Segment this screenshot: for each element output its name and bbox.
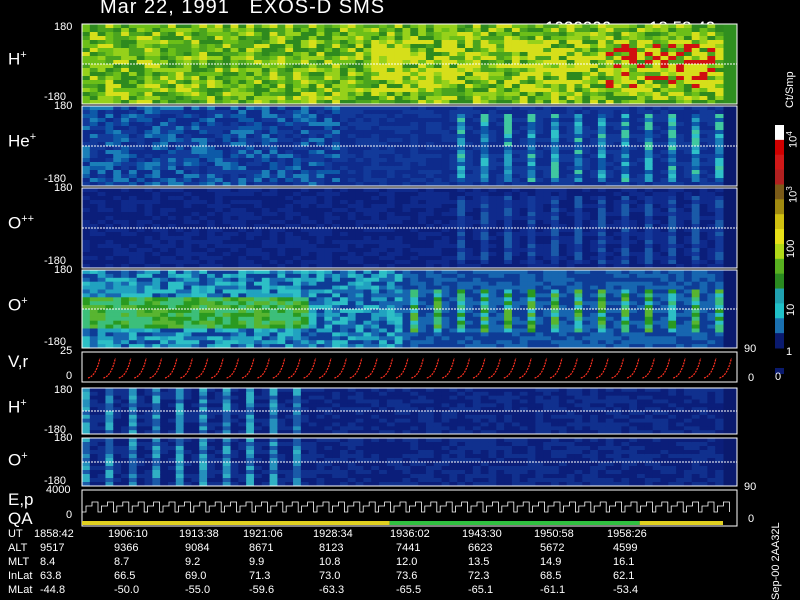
colorbar <box>775 125 784 374</box>
table-cell: 1921:06 <box>243 528 283 540</box>
tick-vr-top: 25 <box>60 345 73 357</box>
cb-label-1: 1 <box>786 346 793 358</box>
table-cell: 62.1 <box>613 570 635 582</box>
ep-right-0: 0 <box>748 513 755 525</box>
tick-h-top: 180 <box>54 21 73 33</box>
table-cell: 68.5 <box>540 570 562 582</box>
ephemeris-table: UT 1858:42 1906:10 1913:38 1921:06 1928:34 193… <box>0 528 780 600</box>
panel-vr-trace <box>81 351 738 383</box>
table-cell: 63.8 <box>40 570 62 582</box>
table-cell: 8671 <box>249 542 274 554</box>
table-cell: -65.1 <box>468 584 494 596</box>
table-cell: 9.2 <box>185 556 201 568</box>
table-cell: 66.5 <box>114 570 136 582</box>
table-cell: 12.0 <box>396 556 418 568</box>
panel-label-qa: QA <box>8 509 33 528</box>
panel-label-ep: E,p <box>8 490 34 509</box>
table-cell: 13.5 <box>468 556 490 568</box>
table-cell: 7441 <box>396 542 421 554</box>
table-cell: 1928:34 <box>313 528 353 540</box>
table-cell: 1913:38 <box>179 528 219 540</box>
panel-label-he: He+ <box>8 131 37 151</box>
panel-ep-steps <box>81 489 738 527</box>
tick-o2-top: 180 <box>54 432 73 444</box>
panel-opp-spectrogram <box>81 187 738 269</box>
colorbar-unit: Ct/Smp <box>784 71 796 108</box>
table-cell: 6623 <box>468 542 493 554</box>
tick-ep-top: 4000 <box>46 484 71 496</box>
table-cell: -61.1 <box>540 584 566 596</box>
spectrogram-plot <box>81 23 784 527</box>
table-cell: -53.4 <box>613 584 639 596</box>
table-cell: 1950:58 <box>534 528 574 540</box>
table-cell: 1958:26 <box>607 528 647 540</box>
row-label: UT <box>8 528 23 540</box>
panel-label-o2: O+ <box>8 450 28 470</box>
panel-op-spectrogram <box>81 269 738 349</box>
cb-label-10e3: 103 <box>785 186 800 203</box>
cb-label-100: 100 <box>785 239 797 258</box>
panel-h-spectrogram <box>81 23 738 105</box>
vr-right-90: 90 <box>744 343 757 355</box>
table-cell: -55.0 <box>185 584 211 596</box>
table-cell: 4599 <box>613 542 638 554</box>
table-cell: 1858:42 <box>34 528 74 540</box>
table-cell: -65.5 <box>396 584 422 596</box>
tick-vr-bot: 0 <box>66 370 73 382</box>
table-cell: 8123 <box>319 542 344 554</box>
table-cell: 1936:02 <box>390 528 430 540</box>
table-cell: 14.9 <box>540 556 562 568</box>
vr-right-0: 0 <box>748 372 755 384</box>
panel-o2-spectrogram <box>81 437 738 487</box>
table-cell: 8.7 <box>114 556 130 568</box>
tick-h2-top: 180 <box>54 384 73 396</box>
table-cell: -63.3 <box>319 584 345 596</box>
table-cell: 73.0 <box>319 570 341 582</box>
row-label: ALT <box>8 542 28 554</box>
tick-opp-top: 180 <box>54 182 73 194</box>
tick-he-top: 180 <box>54 100 73 112</box>
table-cell: 8.4 <box>40 556 56 568</box>
row-label: MLat <box>8 584 33 596</box>
panel-he-spectrogram <box>81 105 738 187</box>
cb-label-10: 10 <box>785 303 797 316</box>
panel-h2-spectrogram <box>81 387 738 435</box>
table-cell: 71.3 <box>249 570 271 582</box>
panel-label-h2: H+ <box>8 397 27 417</box>
table-cell: -59.6 <box>249 584 275 596</box>
table-cell: 9517 <box>40 542 65 554</box>
panel-label-h: H+ <box>8 49 27 69</box>
table-cell: 69.0 <box>185 570 207 582</box>
table-cell: 72.3 <box>468 570 490 582</box>
table-cell: 73.6 <box>396 570 418 582</box>
table-cell: 9366 <box>114 542 139 554</box>
table-cell: -44.8 <box>40 584 66 596</box>
table-cell: 10.8 <box>319 556 341 568</box>
tick-ep-bot: 0 <box>66 509 73 521</box>
panel-label-opp: O++ <box>8 213 35 233</box>
table-cell: 1906:10 <box>108 528 148 540</box>
table-cell: 5672 <box>540 542 565 554</box>
tick-op-top: 180 <box>54 264 73 276</box>
panel-label-vr: V,r <box>8 352 29 371</box>
row-label: MLT <box>8 556 30 568</box>
table-cell: 9084 <box>185 542 210 554</box>
row-label: InLat <box>8 570 33 582</box>
o2-right-90: 90 <box>744 481 757 493</box>
cb-label-10e4: 104 <box>785 131 800 148</box>
cb-label-0: 0 <box>775 371 782 383</box>
table-cell: 9.9 <box>249 556 265 568</box>
table-cell: 1943:30 <box>462 528 502 540</box>
panel-label-op: O+ <box>8 295 28 315</box>
table-cell: -50.0 <box>114 584 140 596</box>
table-cell: 16.1 <box>613 556 635 568</box>
